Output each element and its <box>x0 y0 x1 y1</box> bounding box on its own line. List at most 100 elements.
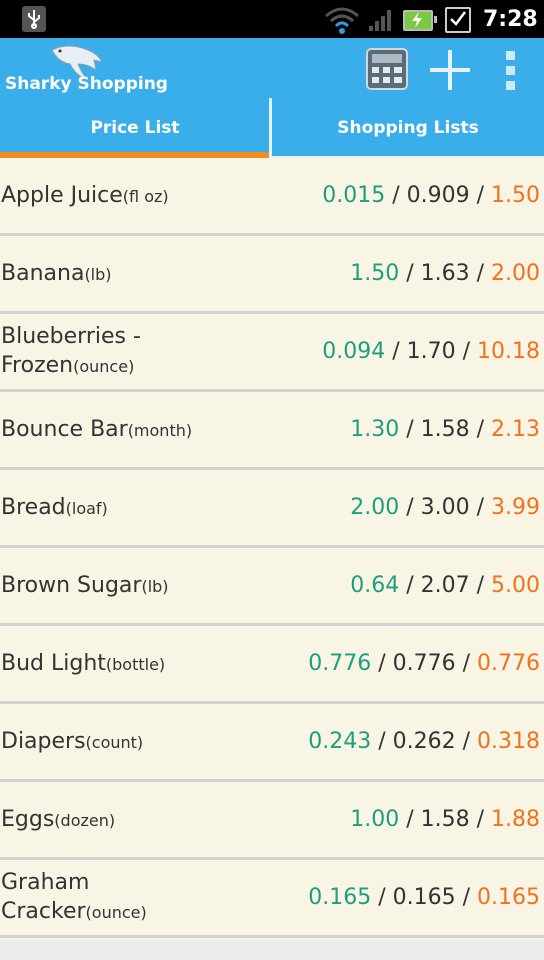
price-average: 0.909 <box>406 183 470 208</box>
price-high: 2.13 <box>491 417 540 442</box>
price-low: 1.30 <box>350 417 400 442</box>
battery-charging-icon <box>403 10 437 31</box>
item-name: Graham Cracker <box>1 870 90 924</box>
price-low: 0.776 <box>308 651 372 676</box>
price-separator: / <box>469 807 492 832</box>
item-name-cell: Apple Juice(fl oz) <box>0 181 169 211</box>
list-item[interactable]: Banana(lb) 1.50 / 1.63 / 2.00 <box>0 236 544 314</box>
price-average: 2.07 <box>420 573 470 598</box>
item-name-cell: Blueberries - Frozen(ounce) <box>0 322 231 381</box>
item-prices: 1.30 / 1.58 / 2.13 <box>350 417 544 442</box>
price-low: 2.00 <box>350 495 400 520</box>
overflow-dot <box>505 66 515 75</box>
list-item[interactable]: Bounce Bar(month) 1.30 / 1.58 / 2.13 <box>0 392 544 470</box>
add-button[interactable] <box>426 46 474 94</box>
list-item[interactable]: Diapers(count) 0.243 / 0.262 / 0.318 <box>0 704 544 782</box>
price-separator: / <box>399 495 421 520</box>
tab-price-list-label: Price List <box>90 118 180 138</box>
item-name: Eggs <box>1 806 55 832</box>
item-name-cell: Banana(lb) <box>0 259 112 289</box>
list-item[interactable]: Brown Sugar(lb) 0.64 / 2.07 / 5.00 <box>0 548 544 626</box>
item-name-cell: Eggs(dozen) <box>0 805 115 835</box>
price-high: 2.00 <box>491 261 540 286</box>
price-average: 3.00 <box>420 495 470 520</box>
price-separator: / <box>399 417 421 442</box>
usb-icon <box>22 6 46 32</box>
list-item[interactable]: Bread(loaf) 2.00 / 3.00 / 3.99 <box>0 470 544 548</box>
item-unit: (month) <box>127 420 193 440</box>
list-item[interactable]: Graham Cracker(ounce) 0.165 / 0.165 / 0.… <box>0 860 544 938</box>
price-average: 1.63 <box>420 261 470 286</box>
item-name: Bread <box>1 494 66 520</box>
price-high: 3.99 <box>491 495 540 520</box>
signal-icon <box>368 8 392 36</box>
price-list: Apple Juice(fl oz) 0.015 / 0.909 / 1.50 … <box>0 158 544 938</box>
price-separator: / <box>399 807 421 832</box>
item-name-cell: Bud Light(bottle) <box>0 649 165 679</box>
price-low: 0.64 <box>350 573 400 598</box>
item-name-cell: Bread(loaf) <box>0 493 108 523</box>
item-unit: (lb) <box>141 576 169 596</box>
item-name: Diapers <box>1 728 86 754</box>
item-prices: 2.00 / 3.00 / 3.99 <box>350 495 544 520</box>
item-prices: 0.64 / 2.07 / 5.00 <box>350 573 544 598</box>
item-name-cell: Brown Sugar(lb) <box>0 571 169 601</box>
item-unit: (lb) <box>84 264 112 284</box>
price-high: 1.50 <box>491 183 540 208</box>
price-low: 0.165 <box>308 885 372 910</box>
item-unit: (dozen) <box>54 810 116 830</box>
tab-shopping-lists[interactable]: Shopping Lists <box>272 98 544 158</box>
price-low: 1.00 <box>350 807 400 832</box>
item-name: Apple Juice <box>1 182 123 208</box>
item-name-cell: Graham Cracker(ounce) <box>0 868 231 927</box>
item-unit: (bottle) <box>105 654 166 674</box>
calculator-icon <box>366 48 408 90</box>
price-low: 0.243 <box>308 729 372 754</box>
price-average: 0.776 <box>392 651 456 676</box>
item-unit: (ounce) <box>85 903 147 922</box>
item-prices: 1.50 / 1.63 / 2.00 <box>350 261 544 286</box>
price-average: 0.165 <box>392 885 456 910</box>
list-bottom-edge <box>0 940 544 960</box>
price-average: 0.262 <box>392 729 456 754</box>
tab-shopping-lists-label: Shopping Lists <box>337 118 479 138</box>
plus-icon <box>430 50 470 90</box>
wifi-icon <box>324 6 360 38</box>
item-prices: 0.776 / 0.776 / 0.776 <box>308 651 544 676</box>
price-high: 0.165 <box>477 885 540 910</box>
price-high: 5.00 <box>491 573 540 598</box>
item-name: Bounce Bar <box>1 416 128 442</box>
price-separator: / <box>385 183 407 208</box>
tab-bar: Price List Shopping Lists <box>0 98 544 158</box>
price-separator: / <box>455 651 478 676</box>
price-separator: / <box>469 417 492 442</box>
overflow-dot <box>505 51 515 60</box>
item-name: Bud Light <box>1 650 106 676</box>
checkbox-notification-icon <box>445 7 471 33</box>
item-name-cell: Bounce Bar(month) <box>0 415 192 445</box>
list-item[interactable]: Eggs(dozen) 1.00 / 1.58 / 1.88 <box>0 782 544 860</box>
action-bar: Sharky Shopping <box>0 38 544 98</box>
price-high: 0.776 <box>477 651 540 676</box>
list-item[interactable]: Bud Light(bottle) 0.776 / 0.776 / 0.776 <box>0 626 544 704</box>
price-separator: / <box>469 573 492 598</box>
price-separator: / <box>399 573 421 598</box>
item-name: Brown Sugar <box>1 572 142 598</box>
overflow-menu-button[interactable] <box>496 48 524 92</box>
app-title: Sharky Shopping <box>5 74 168 94</box>
price-separator: / <box>455 885 478 910</box>
calculator-button[interactable] <box>364 46 410 92</box>
item-prices: 1.00 / 1.58 / 1.88 <box>350 807 544 832</box>
price-separator: / <box>371 885 393 910</box>
price-average: 1.58 <box>420 807 470 832</box>
list-item[interactable]: Blueberries - Frozen(ounce) 0.094 / 1.70… <box>0 314 544 392</box>
clock: 7:28 <box>483 7 538 32</box>
price-separator: / <box>371 729 393 754</box>
list-item[interactable]: Apple Juice(fl oz) 0.015 / 0.909 / 1.50 <box>0 158 544 236</box>
item-prices: 0.243 / 0.262 / 0.318 <box>308 729 544 754</box>
price-low: 0.094 <box>322 339 386 364</box>
item-unit: (count) <box>85 732 144 752</box>
item-name-cell: Diapers(count) <box>0 727 143 757</box>
tab-price-list[interactable]: Price List <box>0 98 270 158</box>
price-high: 1.88 <box>491 807 540 832</box>
